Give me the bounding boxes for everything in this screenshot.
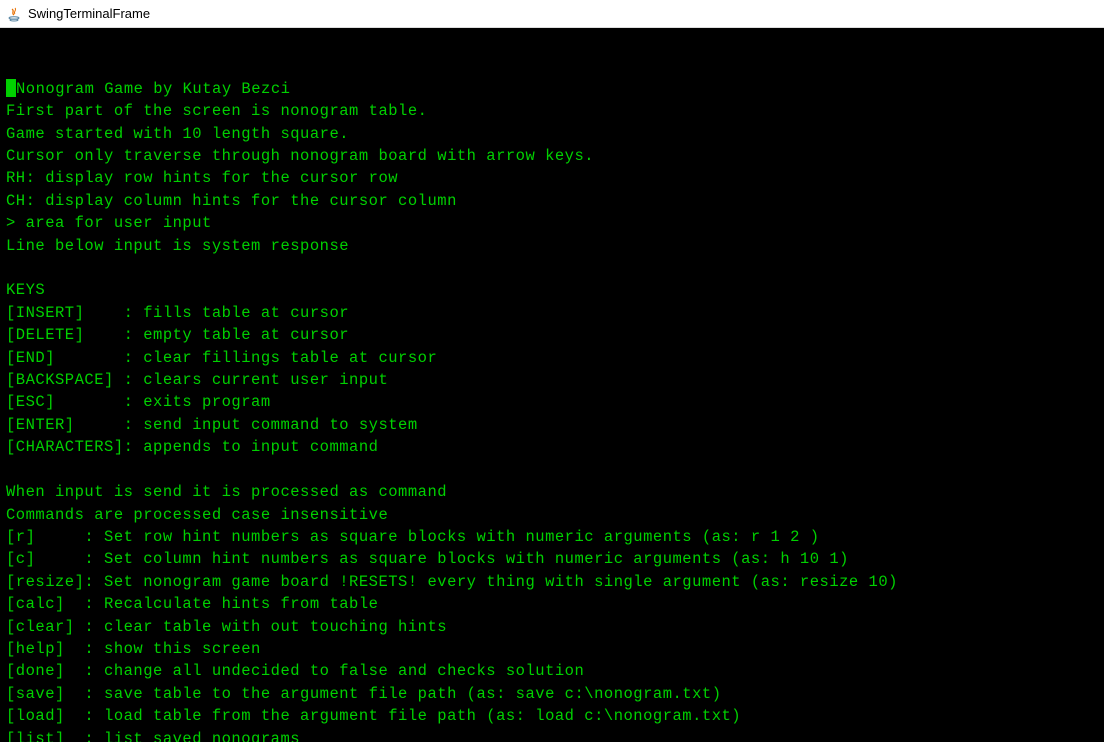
intro-line: Nonogram Game by Kutay Bezci [6, 78, 1098, 100]
intro-line: > area for user input [6, 212, 1098, 234]
intro-line: CH: display column hints for the cursor … [6, 190, 1098, 212]
command-line: [help] : show this screen [6, 638, 1098, 660]
key-line: [END] : clear fillings table at cursor [6, 347, 1098, 369]
command-line: [clear] : clear table with out touching … [6, 616, 1098, 638]
command-line: [c] : Set column hint numbers as square … [6, 548, 1098, 570]
keys-header: KEYS [6, 279, 1098, 301]
intro-line: Line below input is system response [6, 235, 1098, 257]
command-line: [done] : change all undecided to false a… [6, 660, 1098, 682]
blank-line [6, 257, 1098, 279]
key-line: [BACKSPACE] : clears current user input [6, 369, 1098, 391]
key-line: [DELETE] : empty table at cursor [6, 324, 1098, 346]
command-line: [calc] : Recalculate hints from table [6, 593, 1098, 615]
commands-intro-line: When input is send it is processed as co… [6, 481, 1098, 503]
key-line: [ESC] : exits program [6, 391, 1098, 413]
terminal-area[interactable]: Nonogram Game by Kutay BezciFirst part o… [0, 28, 1104, 742]
blank-line [6, 459, 1098, 481]
intro-line: Game started with 10 length square. [6, 123, 1098, 145]
titlebar[interactable]: SwingTerminalFrame [0, 0, 1104, 28]
java-icon [6, 6, 22, 22]
terminal-cursor [6, 79, 16, 97]
command-line: [save] : save table to the argument file… [6, 683, 1098, 705]
intro-line: RH: display row hints for the cursor row [6, 167, 1098, 189]
command-line: [list] : list saved nonograms [6, 728, 1098, 742]
commands-intro-line: Commands are processed case insensitive [6, 504, 1098, 526]
app-window: SwingTerminalFrame Nonogram Game by Kuta… [0, 0, 1104, 742]
command-line: [r] : Set row hint numbers as square blo… [6, 526, 1098, 548]
key-line: [ENTER] : send input command to system [6, 414, 1098, 436]
key-line: [INSERT] : fills table at cursor [6, 302, 1098, 324]
intro-line: First part of the screen is nonogram tab… [6, 100, 1098, 122]
window-title: SwingTerminalFrame [28, 6, 150, 21]
key-line: [CHARACTERS]: appends to input command [6, 436, 1098, 458]
intro-line: Cursor only traverse through nonogram bo… [6, 145, 1098, 167]
command-line: [resize]: Set nonogram game board !RESET… [6, 571, 1098, 593]
command-line: [load] : load table from the argument fi… [6, 705, 1098, 727]
